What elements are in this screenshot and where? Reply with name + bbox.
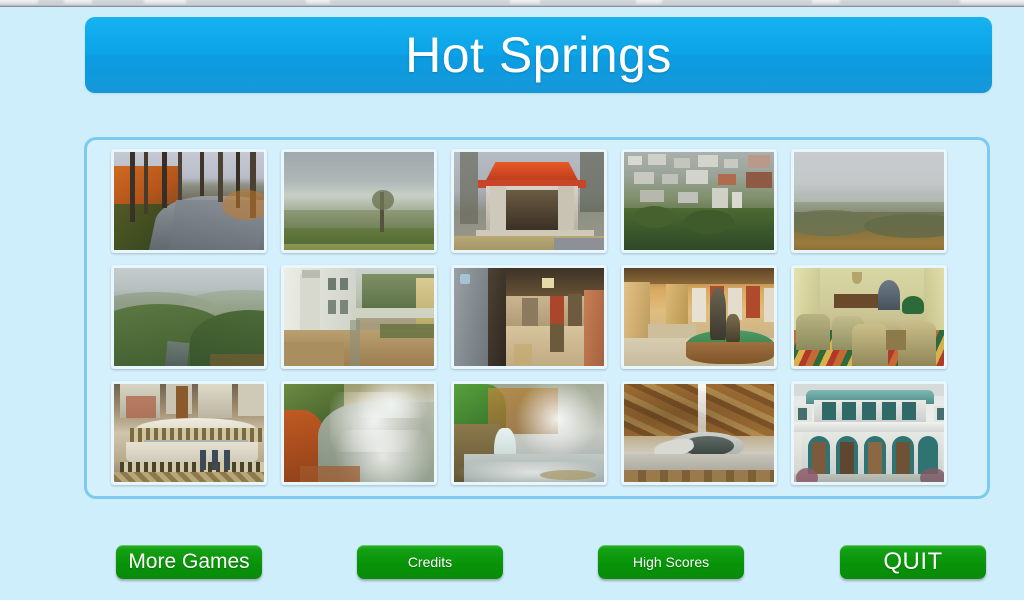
page-title: Hot Springs [405,27,672,83]
thumbnail-image [454,384,604,482]
thumbnail-image [284,384,434,482]
thumbnail-town-aerial-view[interactable] [621,149,777,253]
thumbnail-bathhouse-row-promenade[interactable] [281,265,437,369]
thumbnail-image [284,268,434,366]
game-main-menu: Hot Springs More Games Credits High Scor… [0,7,1024,600]
thumbnail-hotel-lounge[interactable] [791,265,947,369]
thumbnail-image [624,268,774,366]
high-scores-button[interactable]: High Scores [598,545,744,579]
thumbnail-statue-fountain-hall[interactable] [621,265,777,369]
browser-chrome-strip [0,0,1024,7]
thumbnail-bathhouse-corridor[interactable] [451,265,607,369]
more-games-button[interactable]: More Games [116,545,262,579]
thumbnail-image [794,384,944,482]
thumbnail-steaming-cascade[interactable] [451,381,607,485]
thumbnail-misty-mountain-vista[interactable] [791,149,947,253]
more-games-label: More Games [128,550,250,573]
thumbnail-thermal-tub-room[interactable] [111,381,267,485]
thumbnail-image [114,268,264,366]
thumbnail-forest-road[interactable] [111,149,267,253]
thumbnail-image [794,152,944,250]
quit-label: QUIT [883,548,943,575]
thumbnail-fordyce-bathhouse-facade[interactable] [791,381,947,485]
thumbnail-image [624,384,774,482]
thumbnail-rock-wall-fountain[interactable] [621,381,777,485]
thumbnail-image [114,384,264,482]
thumbnail-image [284,152,434,250]
high-scores-label: High Scores [632,554,710,570]
thumbnail-image [454,152,604,250]
header-banner: Hot Springs [85,17,992,93]
credits-label: Credits [407,554,453,570]
thumbnail-mountain-overlook[interactable] [281,149,437,253]
thumbnail-image [624,152,774,250]
thumbnail-image [454,268,604,366]
thumbnail-wooded-hillside[interactable] [111,265,267,369]
thumbnail-image [114,152,264,250]
thumbnail-gallery-panel [84,137,990,499]
thumbnail-steaming-spring[interactable] [281,381,437,485]
thumbnail-grid [111,149,947,485]
thumbnail-red-roof-pavilion[interactable] [451,149,607,253]
credits-button[interactable]: Credits [357,545,503,579]
quit-button[interactable]: QUIT [840,545,986,579]
thumbnail-image [794,268,944,366]
